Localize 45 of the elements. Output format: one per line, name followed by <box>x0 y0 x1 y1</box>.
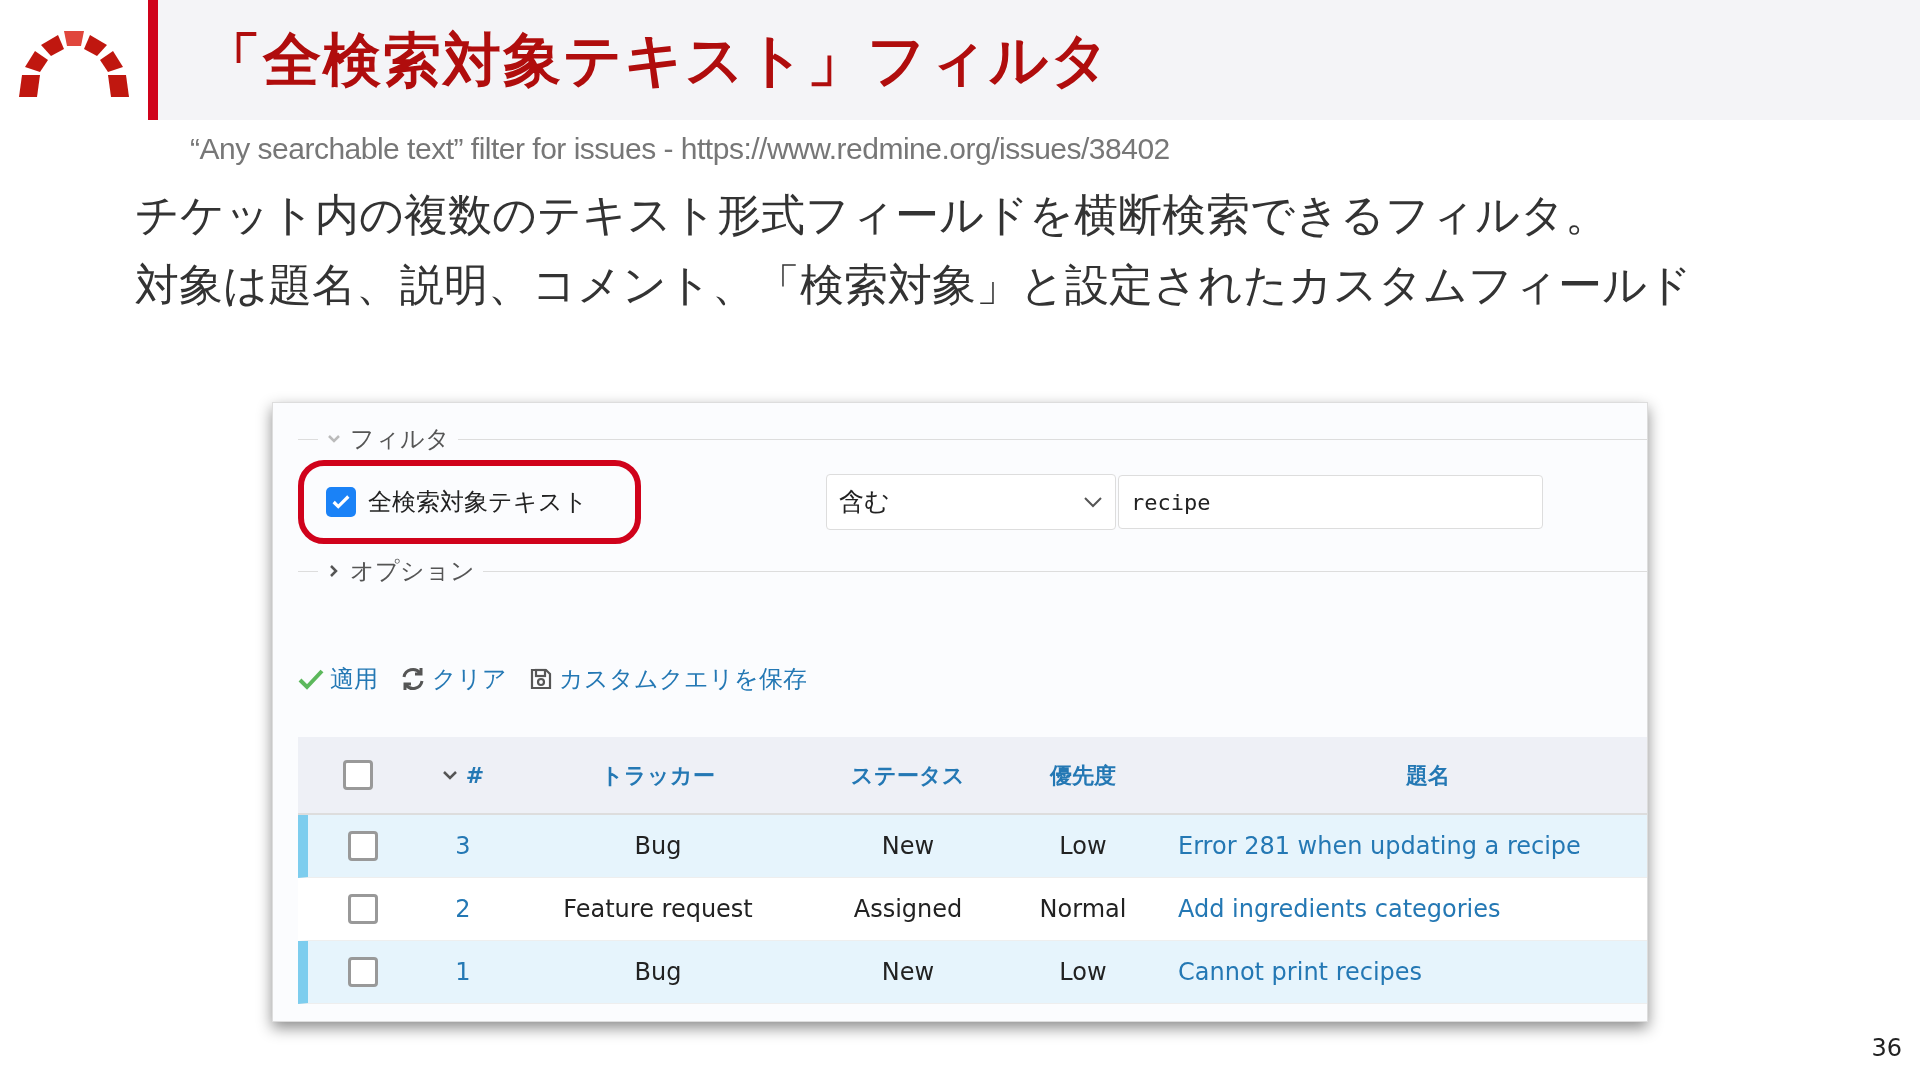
row-checkbox[interactable] <box>348 831 378 861</box>
column-header[interactable]: # <box>465 758 485 792</box>
page-number: 36 <box>1871 1033 1902 1064</box>
value-field[interactable]: recipe <box>1118 475 1543 529</box>
slide-title: 「全検索対象テキスト」フィルタ <box>203 24 1111 96</box>
body-text: 対象は題名、説明、コメント、「検索対象」と設定されたカスタムフィールド <box>135 259 1693 311</box>
subject-link[interactable]: Cannot print recipes <box>1178 958 1423 986</box>
slide-subtitle: “Any searchable text” filter for issues - https://www.redmine.org/issues/38402 <box>190 131 1171 167</box>
subject-link[interactable]: Add ingredients categories <box>1178 895 1501 923</box>
sort-chevron-icon[interactable] <box>441 769 458 781</box>
column-header[interactable]: トラッカー <box>601 758 715 792</box>
action-link[interactable]: カスタムクエリを保存 <box>529 661 807 697</box>
status-cell-text: New <box>881 957 935 988</box>
action-link[interactable]: 適用 <box>298 661 378 697</box>
table-row[interactable]: 3 Bug New Low Error 281 when updating a recipe <box>298 815 1647 878</box>
row-checkbox[interactable] <box>348 957 378 987</box>
subject-link[interactable]: Error 281 when updating a recipe <box>1178 832 1581 860</box>
status-cell-text: New <box>881 831 935 862</box>
fieldset-legend: フィルタ <box>350 421 450 457</box>
filter-checkbox[interactable] <box>326 487 356 517</box>
body-text: チケット内の複数のテキスト形式フィールドを横断検索できるフィルタ。 <box>135 189 1610 241</box>
checkmark-icon <box>298 667 324 691</box>
chevron-down-icon <box>1083 495 1103 509</box>
table-row[interactable]: 1 Bug New Low Cannot print recipes <box>298 941 1647 1004</box>
tracker-cell-text: Bug <box>634 957 682 988</box>
select-all-checkbox[interactable] <box>343 760 373 790</box>
priority-cell-text: Normal <box>1039 894 1127 925</box>
filter-label: 全検索対象テキスト <box>368 487 588 518</box>
issue-id-link[interactable]: 1 <box>455 954 471 990</box>
operator-select[interactable]: 含む <box>826 474 1116 530</box>
status-cell-text: Assigned <box>853 894 963 925</box>
column-header[interactable]: 題名 <box>1406 758 1450 792</box>
fieldset-legend: オプション <box>350 553 475 589</box>
tracker-cell-text: Bug <box>634 831 682 862</box>
priority-cell-text: Low <box>1059 831 1107 862</box>
row-checkbox[interactable] <box>348 894 378 924</box>
priority-cell-text: Low <box>1059 957 1107 988</box>
table-row[interactable]: 2 Feature request Assigned Normal Add ingredients categories <box>298 878 1647 941</box>
action-link[interactable]: クリア <box>400 661 507 697</box>
tracker-cell-text: Feature request <box>563 894 753 925</box>
column-header[interactable]: 優先度 <box>1050 758 1116 792</box>
issue-id-link[interactable]: 3 <box>455 828 471 864</box>
refresh-icon <box>400 666 426 692</box>
issue-id-link[interactable]: 2 <box>455 891 471 927</box>
column-header[interactable]: ステータス <box>851 758 965 792</box>
